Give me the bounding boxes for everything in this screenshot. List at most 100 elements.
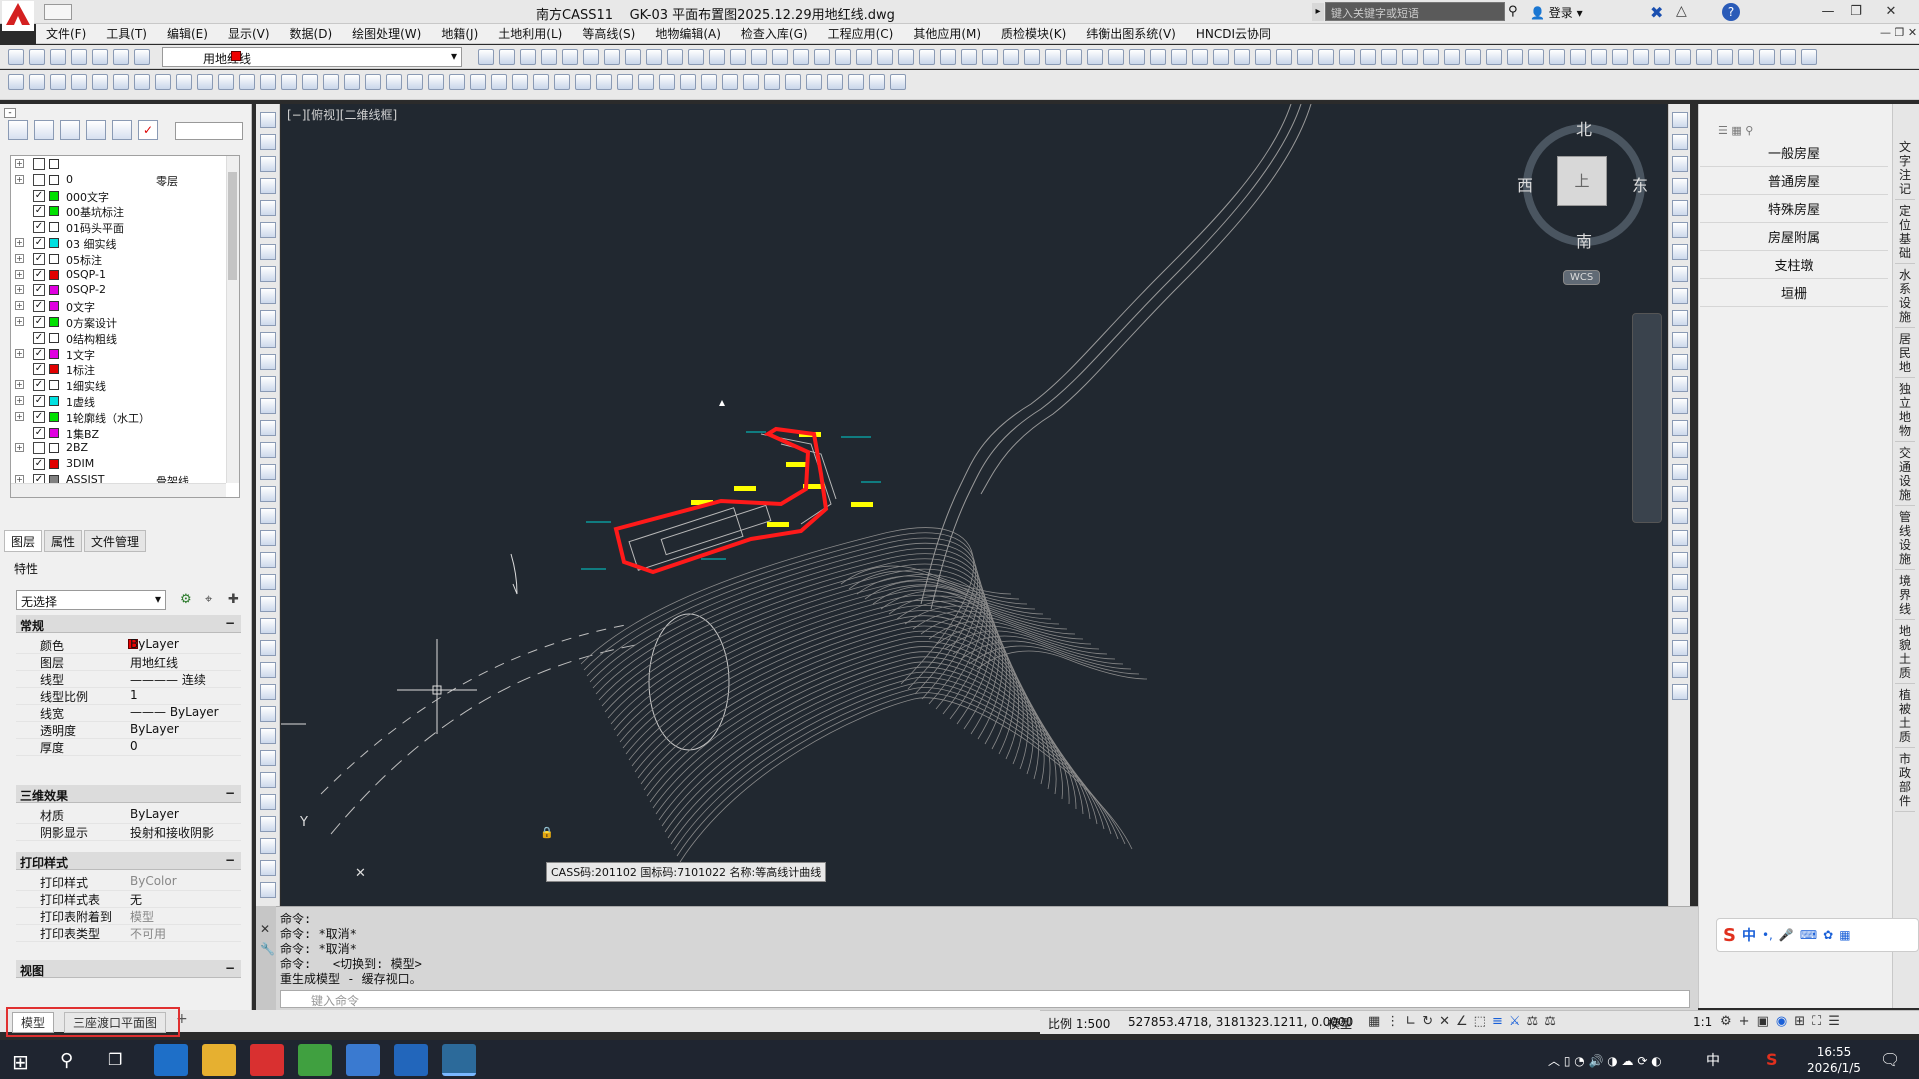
symbol-category[interactable]: 房屋附属 <box>1700 227 1888 251</box>
layer-row[interactable]: + ✓ 1轮廓线（水工） <box>11 409 226 425</box>
menu-item[interactable]: 地物编辑(A) <box>645 25 731 42</box>
draw-tool-icon[interactable] <box>260 552 276 568</box>
status-right-icons[interactable]: ⚙ + ▣ ◉ ⊞ ⛶ ☰ <box>1720 1014 1840 1029</box>
layer-visibility-checkbox[interactable]: ✓ <box>33 252 45 265</box>
help-icon[interactable]: ? <box>1722 3 1740 21</box>
draw-tool-icon[interactable] <box>260 178 276 194</box>
draw-tool-icon[interactable] <box>260 794 276 810</box>
quick-access-menu[interactable] <box>44 4 72 20</box>
menu-item[interactable]: 其他应用(M) <box>903 25 991 42</box>
layer-color-swatch[interactable] <box>49 269 59 280</box>
draw-tool-icon[interactable] <box>260 222 276 238</box>
layer-color-swatch[interactable] <box>49 285 59 296</box>
modify-tool-icon[interactable] <box>1672 662 1688 678</box>
layer-visibility-checkbox[interactable]: ✓ <box>33 347 45 360</box>
layer-visibility-checkbox[interactable] <box>33 158 45 170</box>
set-current-icon[interactable]: ✓ <box>138 120 158 140</box>
layer-color-swatch[interactable] <box>49 348 59 359</box>
draw-tool-icon[interactable] <box>260 310 276 326</box>
search-input[interactable]: 键入关键字或短语 <box>1325 2 1505 21</box>
menu-item[interactable]: 文件(F) <box>36 25 96 42</box>
input-language[interactable]: 中 <box>1706 1050 1720 1070</box>
layer-color-swatch[interactable] <box>49 396 59 406</box>
compass-north[interactable]: 北 <box>1576 116 1592 140</box>
restore-button[interactable]: ❐ <box>1843 2 1869 22</box>
expand-icon[interactable]: + <box>15 411 24 421</box>
modify-tool-icon[interactable] <box>1672 596 1688 612</box>
symbol-category[interactable]: 支柱墩 <box>1700 255 1888 279</box>
draw-tool-icon[interactable] <box>260 442 276 458</box>
draw-tool-icon[interactable] <box>260 838 276 854</box>
modify-tool-icon[interactable] <box>1672 508 1688 524</box>
task-view-icon[interactable]: ❐ <box>108 1050 122 1069</box>
draw-tool-icon[interactable] <box>260 508 276 524</box>
symbol-category[interactable]: 一般房屋 <box>1700 143 1888 167</box>
layer-visibility-checkbox[interactable] <box>33 442 45 455</box>
draw-tool-icon[interactable] <box>260 750 276 766</box>
layer-visibility-checkbox[interactable]: ✓ <box>33 221 45 234</box>
scrollbar-thumb[interactable] <box>228 172 237 280</box>
tab-file-manager[interactable]: 文件管理 <box>84 530 147 552</box>
layer-color-swatch[interactable] <box>49 443 59 454</box>
section-3d[interactable]: 三维效果 − <box>16 785 241 803</box>
draw-tool-icon[interactable] <box>260 288 276 304</box>
layer-color-swatch[interactable] <box>49 380 59 391</box>
draw-tool-icon[interactable] <box>260 200 276 216</box>
cass-taskbar-icon[interactable] <box>442 1044 476 1076</box>
tray-icons[interactable]: ︿ ▯ ◔ 🔊 ◑ ☁ ⟳ ◐ <box>1548 1052 1662 1069</box>
modify-tool-icon[interactable] <box>1672 288 1688 304</box>
wrench-icon[interactable]: 🔧 <box>260 942 275 956</box>
modify-tool-icon[interactable] <box>1672 310 1688 326</box>
notification-icon[interactable]: 🗨 <box>1880 1050 1900 1069</box>
modify-tool-icon[interactable] <box>1672 134 1688 150</box>
layer-row[interactable]: + ✓ 03 细实线 <box>11 235 226 251</box>
toolbar-icons-right[interactable] <box>478 49 1817 65</box>
compass-east[interactable]: 东 <box>1632 172 1648 196</box>
layer-visibility-checkbox[interactable]: ✓ <box>33 205 45 218</box>
vertical-tab[interactable]: 境界线 <box>1895 574 1915 620</box>
layer-row[interactable]: + ✓ 1文字 <box>11 346 226 362</box>
draw-tool-icon[interactable] <box>260 398 276 414</box>
menu-item[interactable]: 等高线(S) <box>572 25 645 42</box>
layer-visibility-checkbox[interactable]: ✓ <box>33 395 45 407</box>
layer-row[interactable]: + <box>11 156 226 172</box>
wps-icon[interactable] <box>250 1044 284 1076</box>
layer-color-swatch[interactable] <box>49 459 59 470</box>
clock[interactable]: 16:55 2026/1/5 <box>1794 1044 1874 1076</box>
search-icon[interactable]: ⚲ <box>60 1050 73 1071</box>
file-explorer-icon[interactable] <box>202 1044 236 1076</box>
close-button[interactable]: ✕ <box>1878 2 1904 22</box>
draw-tool-icon[interactable] <box>260 332 276 348</box>
expand-icon[interactable]: + <box>15 380 24 390</box>
modify-tool-icon[interactable] <box>1672 530 1688 546</box>
clover-icon[interactable] <box>298 1044 332 1076</box>
layer-visibility-checkbox[interactable]: ✓ <box>33 284 45 297</box>
scale-readout[interactable]: 比例 1:500 <box>1048 1015 1110 1032</box>
menu-item[interactable]: 质检模块(K) <box>991 25 1076 42</box>
viewcube-top[interactable]: 上 <box>1557 156 1607 206</box>
draw-tool-icon[interactable] <box>260 266 276 282</box>
draw-tool-icon[interactable] <box>260 464 276 480</box>
layer-color-swatch[interactable] <box>49 317 59 327</box>
vertical-tab[interactable]: 市政部件 <box>1895 752 1915 812</box>
expand-icon[interactable]: + <box>15 348 24 358</box>
modify-tool-icon[interactable] <box>1672 618 1688 634</box>
modify-tool-icon[interactable] <box>1672 200 1688 216</box>
layer-color-swatch[interactable] <box>49 427 59 438</box>
modify-tool-icon[interactable] <box>1672 222 1688 238</box>
toolbar-icons-left[interactable] <box>8 49 150 65</box>
pickadd-icon[interactable]: ✚ <box>228 592 239 607</box>
layer-visibility-checkbox[interactable]: ✓ <box>33 379 45 392</box>
layer-color-swatch[interactable] <box>49 174 59 185</box>
layer-visibility-checkbox[interactable]: ✓ <box>33 331 45 344</box>
layer-row[interactable]: + ✓ 0文字 <box>11 298 226 314</box>
expand-icon[interactable]: + <box>15 396 24 405</box>
layer-state-icon[interactable] <box>60 120 80 140</box>
expand-icon[interactable]: + <box>15 301 24 311</box>
layer-visibility-checkbox[interactable]: ✓ <box>33 363 45 376</box>
modify-tool-icon[interactable] <box>1672 266 1688 282</box>
expand-icon[interactable]: + <box>15 269 24 279</box>
menu-item[interactable]: 工程应用(C) <box>818 25 904 42</box>
layer-color-swatch[interactable] <box>49 206 59 217</box>
vertical-tab[interactable]: 植被土质 <box>1895 688 1915 748</box>
